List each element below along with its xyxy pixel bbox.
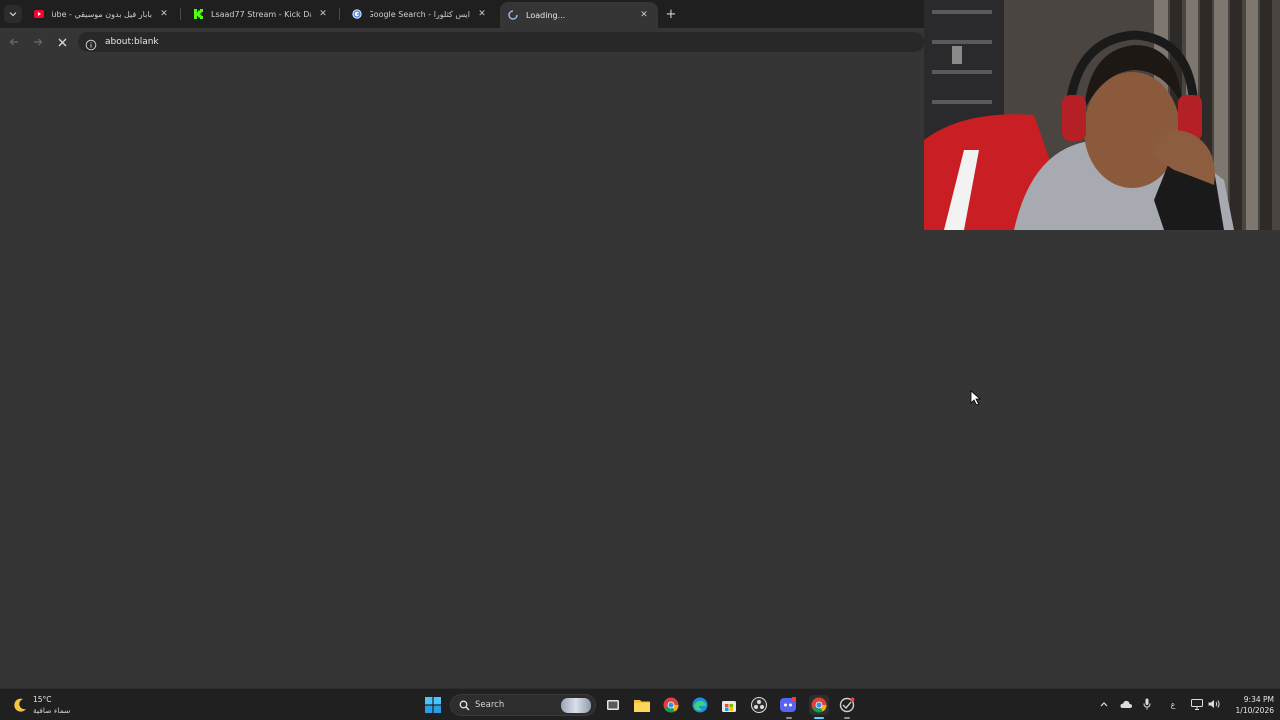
running-indicator bbox=[844, 717, 850, 719]
screen: بابار فيل بدون موسيقي - YouTube ✕ Lsaad7… bbox=[0, 0, 1280, 720]
kick-icon bbox=[193, 9, 203, 19]
stop-loading-button[interactable] bbox=[54, 34, 70, 50]
input-language-indicator[interactable]: ع bbox=[1166, 697, 1180, 711]
tab-search-button[interactable] bbox=[4, 5, 22, 23]
google-icon bbox=[352, 9, 362, 19]
youtube-icon bbox=[34, 9, 44, 19]
onedrive-icon[interactable] bbox=[1119, 697, 1133, 711]
taskbar: 15°C سماء صافية Search ع 9:34 PM 1/10/20… bbox=[0, 688, 1280, 720]
arrow-right-icon bbox=[34, 38, 43, 46]
search-highlight-image bbox=[561, 698, 591, 713]
weather-widget[interactable]: 15°C سماء صافية bbox=[12, 693, 102, 717]
close-tab-icon[interactable]: ✕ bbox=[317, 8, 329, 20]
close-tab-icon[interactable]: ✕ bbox=[476, 8, 488, 20]
new-tab-button[interactable]: + bbox=[662, 5, 680, 23]
tab-separator bbox=[339, 8, 340, 20]
tab-title: Loading... bbox=[526, 10, 566, 20]
microsoft-store-icon[interactable] bbox=[720, 696, 738, 714]
site-info-icon[interactable] bbox=[85, 36, 97, 51]
close-icon bbox=[58, 38, 66, 46]
tab-youtube[interactable]: بابار فيل بدون موسيقي - YouTube ✕ bbox=[26, 2, 178, 26]
chrome-active-icon[interactable] bbox=[809, 695, 829, 715]
taskbar-search-box[interactable]: Search bbox=[450, 694, 596, 716]
webcam-overlay bbox=[924, 0, 1280, 230]
app-icon[interactable] bbox=[838, 696, 856, 714]
network-icon[interactable] bbox=[1190, 697, 1204, 711]
system-clock[interactable]: 9:34 PM 1/10/2026 bbox=[1222, 694, 1274, 716]
tab-kick-dashboard[interactable]: Lsaad77 Stream - Kick Dashboard ✕ bbox=[185, 2, 337, 26]
volume-icon[interactable] bbox=[1207, 697, 1221, 711]
close-tab-icon[interactable]: ✕ bbox=[158, 8, 170, 20]
mouse-cursor-icon bbox=[970, 390, 982, 406]
task-view-icon[interactable] bbox=[604, 696, 622, 714]
running-indicator bbox=[786, 717, 792, 719]
tab-title: ايس كثلورا - Google Search bbox=[370, 9, 470, 19]
search-icon bbox=[459, 700, 470, 711]
file-explorer-icon[interactable] bbox=[633, 696, 651, 714]
tab-title: Lsaad77 Stream - Kick Dashboard bbox=[211, 9, 311, 19]
tab-loading[interactable]: Loading... ✕ bbox=[500, 2, 658, 28]
weather-condition: سماء صافية bbox=[33, 706, 71, 715]
chevron-down-icon bbox=[9, 12, 17, 17]
weather-temperature: 15°C bbox=[33, 695, 52, 704]
forward-button[interactable] bbox=[30, 34, 46, 50]
taskbar-search-label: Search bbox=[475, 700, 505, 710]
edge-icon[interactable] bbox=[691, 696, 709, 714]
back-button[interactable] bbox=[6, 34, 22, 50]
tab-google-search[interactable]: ايس كثلورا - Google Search ✕ bbox=[344, 2, 496, 26]
chrome-icon[interactable] bbox=[662, 696, 680, 714]
loading-spinner-icon bbox=[508, 10, 518, 20]
webcam-image bbox=[924, 0, 1280, 230]
clock-date: 1/10/2026 bbox=[1235, 706, 1274, 715]
running-indicator bbox=[814, 717, 824, 719]
tab-separator bbox=[180, 8, 181, 20]
address-bar[interactable]: about:blank bbox=[78, 32, 924, 52]
close-tab-icon[interactable]: ✕ bbox=[638, 9, 650, 21]
tab-title: بابار فيل بدون موسيقي - YouTube bbox=[52, 9, 152, 19]
obs-icon[interactable] bbox=[750, 696, 768, 714]
discord-icon[interactable] bbox=[779, 696, 797, 714]
windows-start-icon[interactable] bbox=[424, 696, 442, 714]
arrow-left-icon bbox=[9, 38, 18, 46]
show-hidden-icons-chevron-icon[interactable] bbox=[1097, 697, 1111, 711]
address-bar-url: about:blank bbox=[105, 37, 159, 47]
plus-icon: + bbox=[665, 6, 677, 22]
clock-time: 9:34 PM bbox=[1243, 695, 1274, 704]
microphone-icon[interactable] bbox=[1140, 697, 1154, 711]
moon-icon bbox=[14, 698, 26, 712]
